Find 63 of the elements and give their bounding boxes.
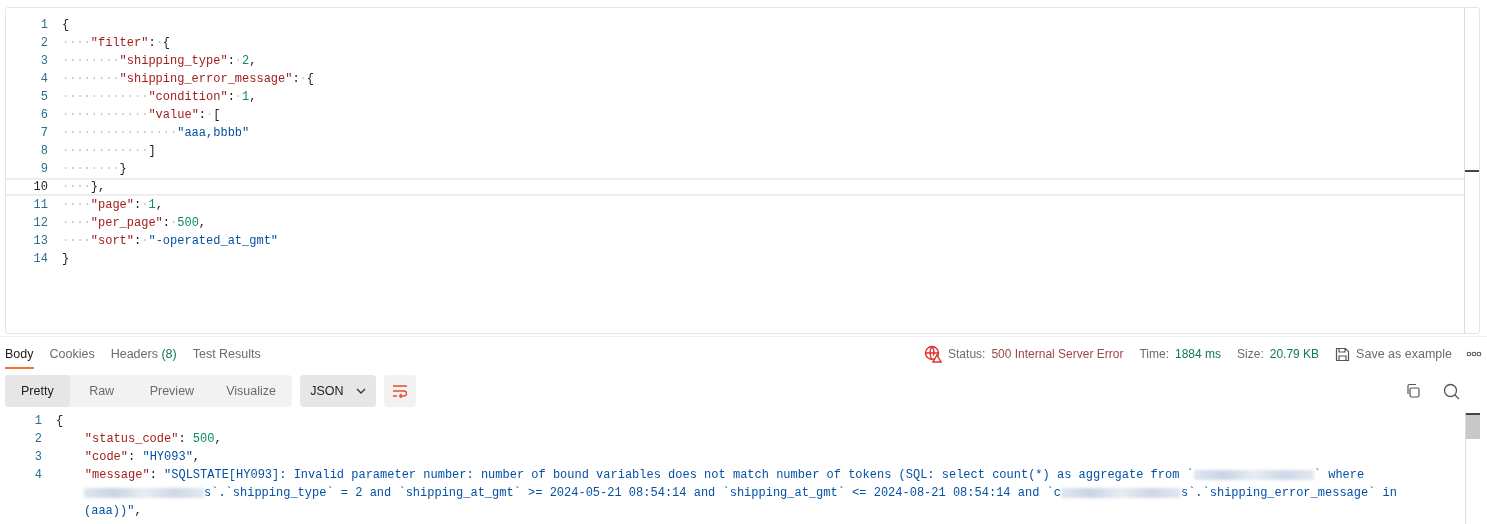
line-number: 14: [32, 252, 49, 266]
code-line: ····"page":·1,: [62, 198, 163, 212]
time-label: Time:: [1139, 347, 1169, 361]
line-number: 2: [33, 432, 43, 446]
line-number: 5: [39, 90, 49, 104]
code-line: ················"aaa,bbbb": [62, 126, 250, 140]
save-as-example-button[interactable]: Save as example: [1335, 346, 1452, 362]
scrollbar-marker: [1465, 170, 1479, 172]
code-line: ············"value":·[: [62, 108, 221, 122]
view-mode-tab[interactable]: Preview: [133, 375, 211, 407]
response-tab[interactable]: Body: [5, 339, 34, 369]
code-line: "code": "HY093",: [83, 450, 201, 464]
line-number: 10: [32, 180, 49, 194]
line-number: 3: [39, 54, 49, 68]
status-value: 500 Internal Server Error: [991, 347, 1124, 361]
search-icon[interactable]: [1443, 382, 1460, 400]
line-number: 6: [39, 108, 49, 122]
view-mode-tab[interactable]: Visualize: [210, 375, 292, 407]
response-tab[interactable]: Cookies: [49, 339, 95, 369]
code-line: ····"per_page":·500,: [62, 216, 207, 230]
code-line: ····},: [62, 180, 106, 194]
line-number: 9: [39, 162, 49, 176]
code-line: ········"shipping_type":·2,: [62, 54, 257, 68]
line-number: 4: [39, 72, 49, 86]
time-value: 1884 ms: [1175, 347, 1222, 361]
line-number: 2: [39, 36, 49, 50]
line-number: 1: [39, 18, 49, 32]
line-number: 7: [39, 126, 49, 140]
code-line: ············]: [62, 144, 156, 158]
code-line: (aaa))",: [84, 504, 142, 518]
line-number: 3: [33, 450, 43, 464]
line-number: 11: [32, 198, 49, 212]
code-line: ············"condition":·1,: [62, 90, 257, 104]
code-line: ····"sort":·"-operated_at_gmt": [62, 234, 279, 248]
response-tab[interactable]: Test Results: [192, 339, 261, 369]
save-icon: [1335, 346, 1351, 362]
size-label: Size:: [1237, 347, 1264, 361]
view-mode-tab[interactable]: Pretty: [5, 375, 70, 407]
status-label: Status:: [948, 347, 986, 361]
error-globe-icon: [924, 345, 943, 363]
view-mode-tab[interactable]: Raw: [69, 375, 134, 407]
code-line: ········}: [62, 162, 127, 176]
line-number: 4: [33, 468, 43, 482]
size-value: 20.79 KB: [1269, 347, 1320, 361]
code-line: {: [56, 414, 64, 428]
caret-icon: [355, 388, 366, 394]
code-line: ········"shipping_error_message":·{: [62, 72, 315, 86]
line-number: 12: [32, 216, 49, 230]
more-options-icon[interactable]: [1466, 351, 1482, 357]
line-number: 1: [33, 414, 43, 428]
line-number: 8: [39, 144, 49, 158]
code-line: ····"filter":·{: [62, 36, 171, 50]
code-line: s`.`shipping_type` = 2 and `shipping_at_gmt` >= 2024-05-21 08:54:14 and `shipping_at_gmt` <= 2024-08-21 08:54:14 and `c s`.`shipping_error_message` in: [84, 486, 1397, 500]
response-tab[interactable]: Headers (8): [110, 339, 177, 369]
wrap-lines-icon[interactable]: [383, 375, 416, 407]
code-line: }: [62, 252, 70, 266]
format-dropdown[interactable]: JSON: [299, 375, 376, 407]
scrollbar-thumb[interactable]: [1466, 413, 1480, 439]
line-number: 13: [32, 234, 49, 248]
copy-icon[interactable]: [1405, 382, 1421, 400]
code-line: {: [62, 18, 70, 32]
code-line: "status_code": 500,: [83, 432, 222, 446]
code-line: "message": "SQLSTATE[HY093]: Invalid parameter number: number of bound variables does not match number of tokens (SQL: select count(*) as aggregate from ` ` where: [83, 468, 1365, 482]
